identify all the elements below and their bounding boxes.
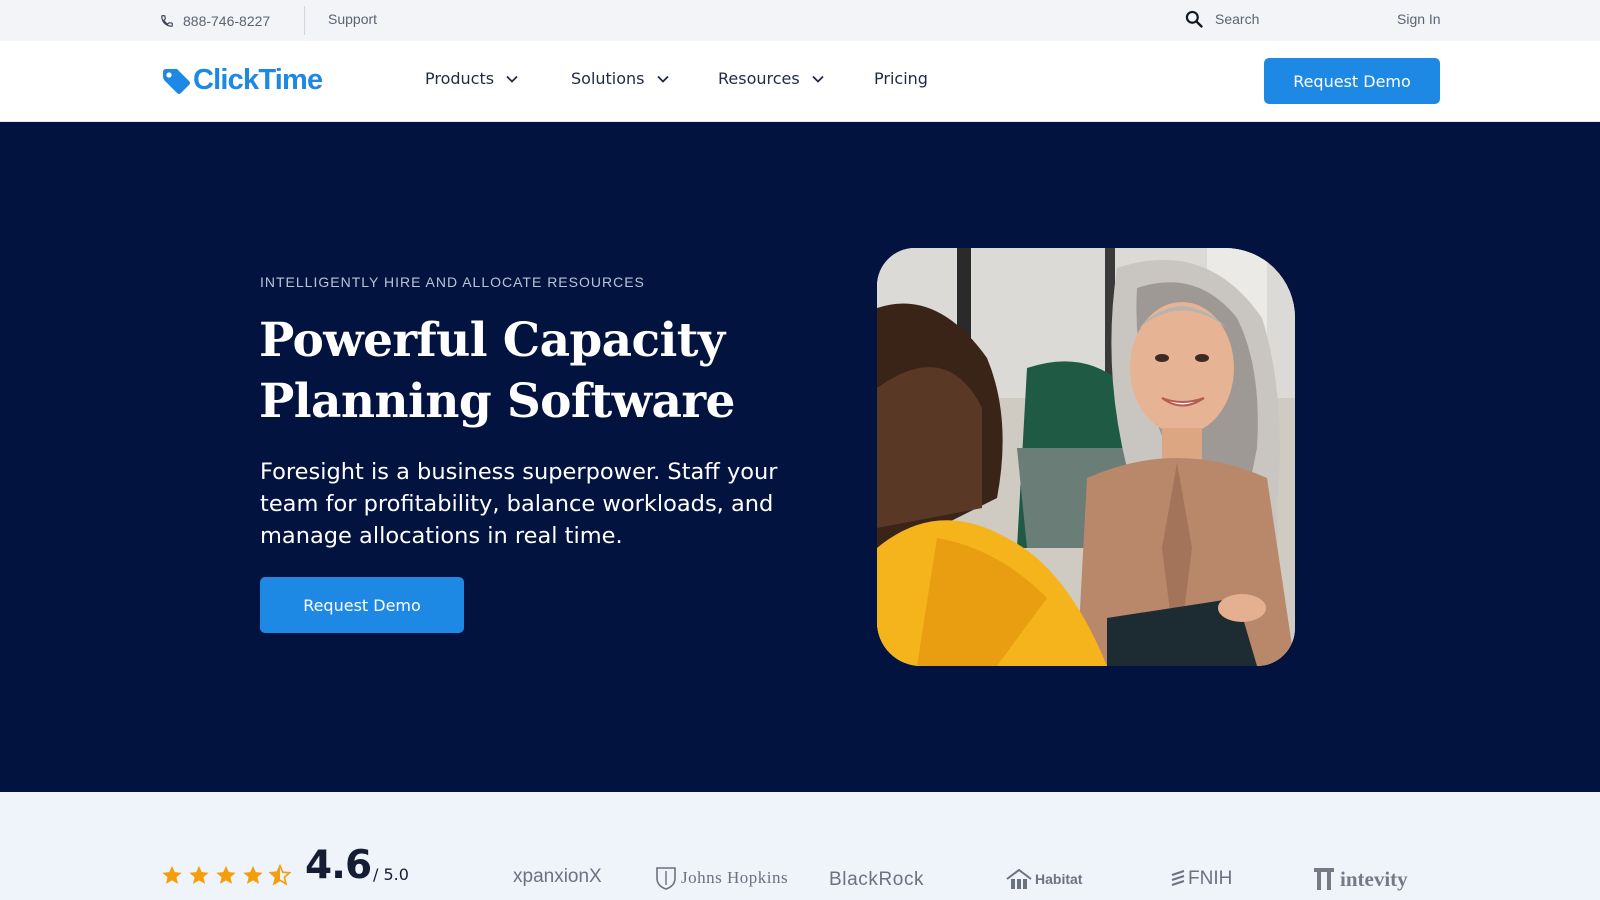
client-logo-intevity: intevity — [1312, 866, 1408, 892]
intevity-mark-icon — [1314, 868, 1334, 890]
utility-divider — [304, 6, 305, 35]
hero-section: INTELLIGENTLY HIRE AND ALLOCATE RESOURCE… — [0, 122, 1600, 792]
logo-tag-icon — [163, 68, 190, 94]
clicktime-logo[interactable]: ClickTime — [160, 64, 323, 97]
client-logo-johns-hopkins-text: Johns Hopkins — [681, 868, 789, 887]
phone-icon — [161, 15, 173, 27]
social-proof-strip: 4.6 / 5.0 xpanxionX Johns Hopkins BlackR… — [0, 792, 1600, 900]
star-icon — [243, 865, 263, 884]
nav-pricing[interactable]: Pricing — [874, 69, 928, 88]
fnih-mark-icon — [1171, 870, 1185, 886]
hero-eyebrow: INTELLIGENTLY HIRE AND ALLOCATE RESOURCE… — [260, 274, 645, 290]
logo-text: ClickTime — [193, 64, 323, 96]
utility-bar: 888-746-8227 Support Search Sign In — [0, 0, 1600, 41]
star-icon — [162, 865, 182, 884]
star-rating — [161, 864, 296, 886]
client-logo-fnih-text: FNIH — [1188, 868, 1233, 889]
nav-resources-label: Resources — [718, 69, 800, 88]
nav-pricing-label: Pricing — [874, 69, 928, 88]
client-logo-johns-hopkins: Johns Hopkins — [655, 866, 788, 890]
client-logo-fnih: FNIH — [1170, 868, 1232, 890]
hero-subcopy: Foresight is a business superpower. Staf… — [260, 459, 778, 549]
nav-products[interactable]: Products — [425, 69, 519, 88]
rating-value: 4.6 — [305, 843, 372, 888]
hero-headline: Powerful Capacity Planning Software — [259, 313, 735, 429]
request-demo-button-hero[interactable]: Request Demo — [260, 577, 464, 633]
shield-icon — [656, 867, 676, 890]
support-link[interactable]: Support — [328, 11, 377, 27]
nav-solutions[interactable]: Solutions — [571, 69, 670, 88]
client-logo-blackrock: BlackRock — [829, 869, 925, 890]
chevron-down-icon — [812, 75, 824, 83]
chevron-down-icon — [656, 75, 669, 83]
nav-solutions-label: Solutions — [571, 69, 645, 88]
half-star-icon — [269, 864, 291, 886]
client-logo-habitat-text: Habitat — [1035, 871, 1083, 887]
search-icon — [1185, 10, 1203, 28]
search-label: Search — [1215, 11, 1260, 27]
search-button[interactable]: Search — [1184, 9, 1259, 29]
nav-resources[interactable]: Resources — [718, 69, 825, 88]
request-demo-button-nav[interactable]: Request Demo — [1264, 58, 1440, 104]
nav-products-label: Products — [425, 69, 495, 88]
sign-in-link[interactable]: Sign In — [1397, 11, 1441, 27]
client-logo-xpanxion: xpanxionX — [513, 866, 602, 887]
phone-number: 888-746-8227 — [183, 13, 271, 29]
chevron-down-icon — [506, 75, 518, 83]
hero-photo-illustration — [877, 248, 1295, 666]
star-icon — [216, 865, 236, 884]
client-logo-habitat: Habitat — [1005, 868, 1082, 890]
phone-link[interactable]: 888-746-8227 — [160, 11, 270, 31]
house-icon — [1006, 868, 1032, 889]
main-nav: ClickTime Products Solutions Resources P… — [0, 41, 1600, 122]
client-logo-intevity-text: intevity — [1340, 866, 1408, 891]
hero-photo — [877, 248, 1295, 666]
star-icon — [189, 865, 209, 884]
rating-scale: / 5.0 — [373, 865, 409, 884]
